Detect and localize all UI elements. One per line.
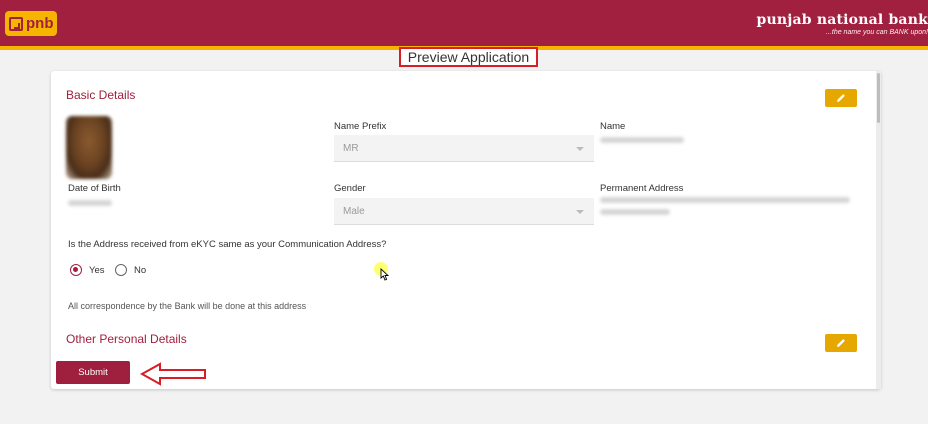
card-scrollbar[interactable] [876, 71, 881, 389]
logo-text: pnb [26, 15, 54, 32]
radio-yes[interactable]: Yes [70, 264, 105, 276]
top-banner: pnb punjab national bank ...the name you… [0, 0, 928, 46]
dob-value-redacted [68, 200, 112, 206]
chevron-down-icon [576, 210, 584, 214]
basic-details-heading: Basic Details [66, 88, 136, 102]
name-prefix-value: MR [343, 142, 359, 154]
address-line-1-redacted [600, 197, 850, 203]
correspondence-note: All correspondence by the Bank will be d… [68, 301, 307, 311]
scrollbar-thumb[interactable] [877, 73, 880, 123]
radio-no[interactable]: No [115, 264, 146, 276]
arrow-annotation-icon [140, 362, 206, 386]
radio-yes-label: Yes [89, 264, 105, 276]
gender-value: Male [343, 205, 365, 217]
edit-basic-details-button[interactable] [825, 89, 857, 107]
pnb-logo-mark-icon [9, 16, 23, 31]
gender-label: Gender [334, 183, 366, 194]
bank-tagline: ...the name you can BANK upon! [826, 29, 928, 36]
chevron-down-icon [576, 147, 584, 151]
permanent-address-label: Permanent Address [600, 183, 684, 194]
dob-label: Date of Birth [68, 183, 121, 194]
radio-checked-icon [70, 264, 82, 276]
preview-card: Basic Details Name Prefix MR Name Date o… [51, 71, 881, 389]
radio-unchecked-icon [115, 264, 127, 276]
edit-pencil-icon [837, 339, 845, 347]
pnb-logo[interactable]: pnb [5, 11, 57, 36]
radio-no-label: No [134, 264, 147, 276]
applicant-photo [66, 116, 112, 179]
edit-other-details-button[interactable] [825, 334, 857, 352]
name-value-redacted [600, 137, 684, 143]
name-label: Name [600, 121, 626, 132]
address-line-2-redacted [600, 209, 670, 215]
gender-select[interactable]: Male [334, 198, 594, 225]
submit-button[interactable]: Submit [56, 361, 130, 384]
bank-name: punjab national bank [756, 12, 928, 28]
edit-pencil-icon [837, 94, 845, 102]
name-prefix-label: Name Prefix [334, 121, 387, 132]
page-title: Preview Application [399, 47, 538, 67]
other-personal-details-heading: Other Personal Details [66, 332, 187, 346]
address-question: Is the Address received from eKYC same a… [68, 239, 387, 250]
name-prefix-select[interactable]: MR [334, 135, 594, 162]
mouse-cursor-icon [380, 268, 389, 281]
